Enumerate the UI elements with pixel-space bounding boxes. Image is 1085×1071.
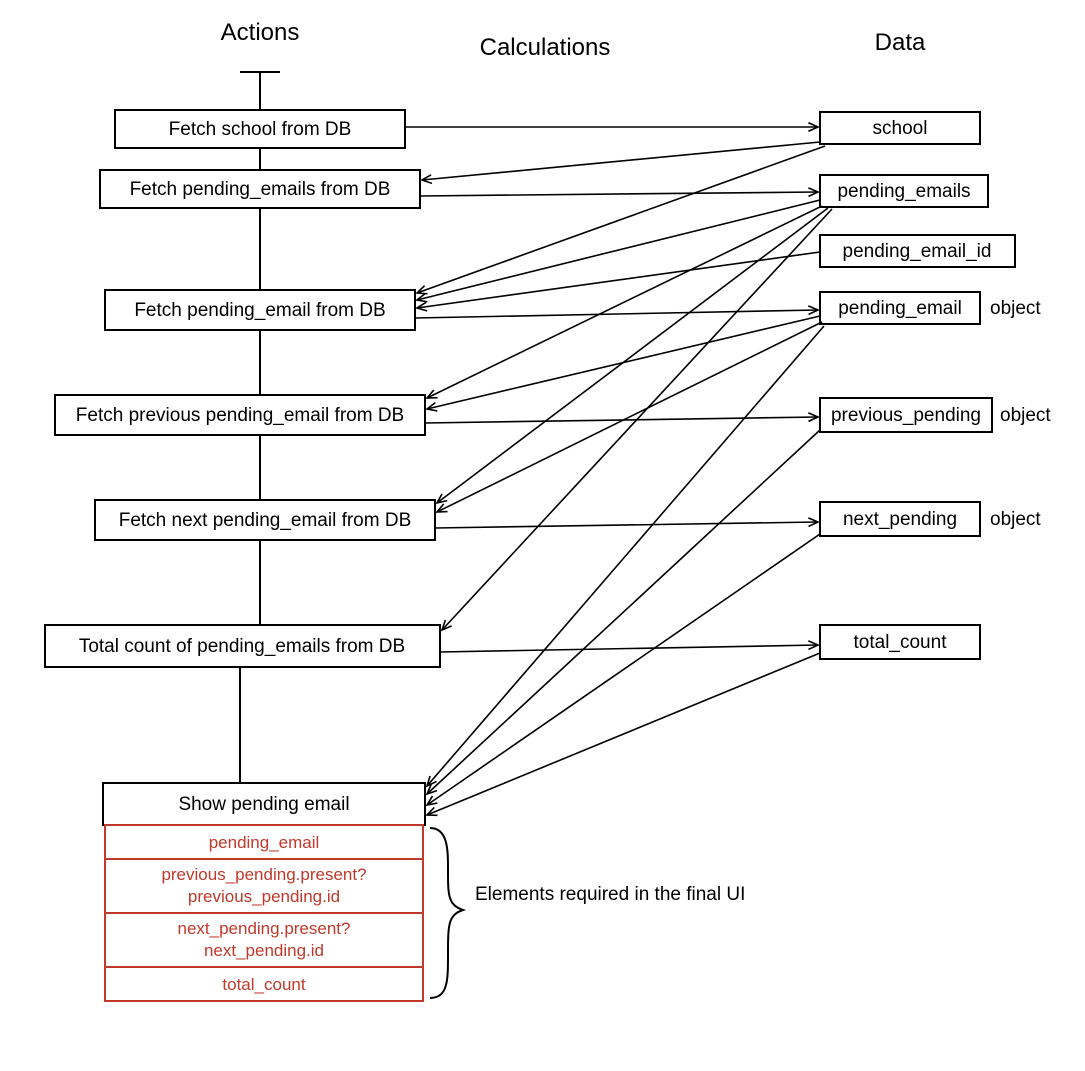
ui-element-total-count-label: total_count [222, 975, 305, 994]
data-pending-emails-label: pending_emails [837, 181, 970, 202]
brace-label: Elements required in the final UI [475, 884, 745, 905]
action-total-count-label: Total count of pending_emails from DB [79, 636, 405, 657]
data-next-pending-annot: object [990, 509, 1041, 530]
action-fetch-pending-email-label: Fetch pending_email from DB [134, 300, 385, 321]
action-fetch-pending-emails-label: Fetch pending_emails from DB [130, 179, 391, 200]
ui-element-next-pending-id: next_pending.id [204, 941, 324, 960]
data-pending-email-id-label: pending_email_id [843, 241, 992, 262]
data-next-pending-label: next_pending [843, 509, 957, 530]
ui-element-next-pending-present: next_pending.present? [178, 919, 351, 938]
heading-data: Data [875, 29, 926, 56]
ui-element-previous-pending-id: previous_pending.id [188, 887, 340, 906]
brace-icon [430, 828, 463, 998]
action-fetch-school-label: Fetch school from DB [169, 119, 352, 140]
action-show-pending-email-label: Show pending email [178, 794, 349, 815]
data-pending-email-label: pending_email [838, 298, 962, 319]
ui-element-previous-pending-present: previous_pending.present? [161, 865, 366, 884]
data-pending-email-annot: object [990, 298, 1041, 319]
data-previous-pending-annot: object [1000, 405, 1051, 426]
data-previous-pending-label: previous_pending [831, 405, 981, 426]
data-school-label: school [873, 118, 928, 139]
heading-actions: Actions [221, 19, 300, 46]
ui-element-pending-email-label: pending_email [209, 833, 320, 852]
heading-calculations: Calculations [480, 34, 611, 61]
action-fetch-next-pending-email-label: Fetch next pending_email from DB [119, 510, 412, 531]
data-total-count-label: total_count [854, 632, 948, 653]
action-fetch-previous-pending-email-label: Fetch previous pending_email from DB [76, 405, 404, 426]
flow-diagram: Actions Calculations Data Fetch school f… [0, 0, 1085, 1071]
